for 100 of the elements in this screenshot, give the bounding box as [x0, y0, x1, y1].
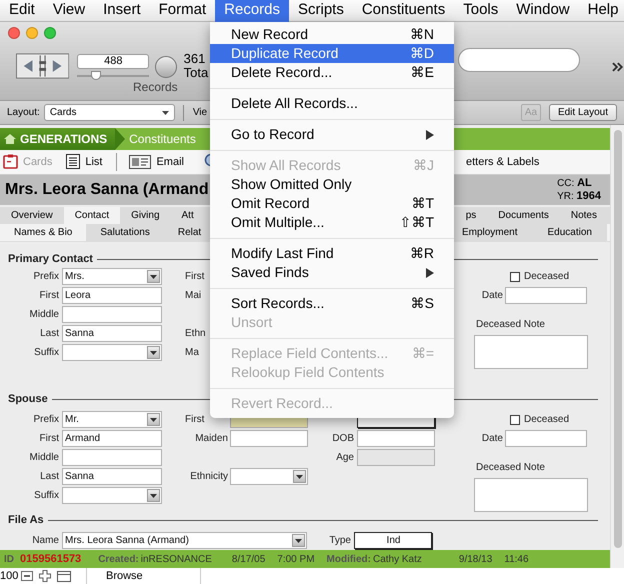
slider-thumb[interactable] [90, 71, 101, 80]
zoom-out-icon[interactable] [21, 571, 33, 581]
deceased-checkbox[interactable] [510, 414, 520, 425]
input-field[interactable]: Sanna [62, 468, 162, 486]
edit-layout-button[interactable]: Edit Layout [548, 104, 617, 121]
dropdown-field[interactable] [230, 468, 308, 486]
dropdown-button[interactable] [293, 470, 306, 484]
nav-button[interactable]: Email [129, 154, 184, 170]
record-slider[interactable] [77, 71, 150, 81]
menu-item[interactable]: Sort Records... ⌘S [210, 294, 454, 313]
input-field[interactable] [230, 430, 308, 448]
dropdown-button[interactable] [147, 413, 160, 426]
menu-item[interactable]: Delete All Records... [210, 94, 454, 113]
dropdown-button[interactable] [147, 489, 160, 502]
tab[interactable]: Documents [487, 206, 560, 224]
window-control-icon[interactable] [44, 27, 56, 39]
input-field[interactable]: Ind [354, 532, 432, 550]
tab[interactable]: Att [170, 206, 205, 224]
field-label: Prefix [33, 270, 59, 284]
sub-tab[interactable]: Education [532, 224, 607, 242]
input-field[interactable] [357, 430, 435, 448]
shortcut: ⌘N [410, 25, 434, 44]
menu-bar-item[interactable]: Tools [454, 0, 508, 22]
menu-item[interactable]: Show Omitted Only [210, 175, 454, 194]
field-label: First [184, 413, 204, 428]
dropdown-button[interactable] [147, 346, 160, 360]
letters-labels-link[interactable]: etters & Labels [466, 154, 540, 170]
zoom-level[interactable]: 100 [0, 568, 21, 584]
input-field[interactable]: Leora [62, 287, 162, 304]
section-title: File As [8, 512, 44, 528]
dropdown-field[interactable]: Mrs. [62, 268, 162, 286]
window-control-icon[interactable] [8, 27, 20, 39]
scrollbar[interactable] [610, 125, 624, 568]
toggle-toolbar-icon[interactable] [57, 570, 71, 582]
layout-dropdown[interactable]: Cards [44, 104, 175, 121]
menu-bar-item[interactable]: Constituents [352, 0, 454, 22]
created-label: Created: [98, 552, 139, 567]
book-navigation-icon[interactable] [16, 53, 70, 79]
menu-item[interactable]: Saved Finds [210, 263, 454, 282]
input-field[interactable] [62, 449, 162, 466]
sub-tab[interactable]: Salutations [86, 224, 164, 242]
section-title: Primary Contact [8, 252, 93, 267]
input-field[interactable] [62, 306, 162, 324]
menu-item[interactable]: New Record ⌘N [210, 25, 454, 44]
input-field[interactable]: Armand [62, 430, 162, 448]
shortcut: ⌘D [410, 44, 434, 63]
menu-bar-item[interactable]: Records [215, 0, 289, 22]
caret-icon [162, 110, 169, 114]
field-label: Deceased [524, 270, 570, 284]
menu-bar-item[interactable]: View [44, 0, 94, 22]
menu-bar-item[interactable]: Help [578, 0, 624, 22]
field-label: Ma [184, 346, 199, 360]
menu-bar-item[interactable]: Window [507, 0, 579, 22]
input-field[interactable] [357, 449, 435, 466]
tab[interactable]: ps [454, 206, 488, 224]
deceased-checkbox[interactable] [510, 272, 520, 282]
tab[interactable]: Giving [120, 206, 171, 224]
dropdown-field[interactable] [62, 344, 162, 362]
input-field[interactable] [505, 287, 587, 304]
list-icon [66, 154, 80, 170]
menu-item[interactable]: Duplicate Record ⌘D [210, 44, 454, 63]
record-number-field[interactable]: 488 [77, 54, 150, 69]
menu-item[interactable]: Omit Record ⌘T [210, 194, 454, 213]
tab[interactable]: Notes [560, 206, 608, 224]
field-label: First [40, 289, 59, 304]
record-id: 0159561573 [20, 552, 82, 567]
section-title: Spouse [8, 392, 48, 407]
dropdown-field[interactable] [62, 487, 162, 504]
field-label: Deceased [524, 413, 570, 428]
menu-bar-item[interactable]: Format [150, 0, 216, 22]
field-label: Deceased Note [476, 319, 545, 330]
nav-button[interactable]: List [66, 154, 102, 170]
class-code: CC: AL [557, 176, 593, 190]
menu-item[interactable]: Go to Record [210, 125, 454, 144]
chevrons-icon[interactable] [612, 62, 624, 72]
menu-bar-item[interactable]: Scripts [289, 0, 353, 22]
note-field[interactable] [474, 478, 588, 512]
menu-bar-item[interactable]: Insert [94, 0, 150, 22]
window-control-icon[interactable] [26, 27, 38, 39]
field-label: Ethnicity [190, 470, 228, 484]
menu-bar-item[interactable]: Edit [0, 0, 44, 22]
note-field[interactable] [474, 335, 588, 370]
dropdown-button[interactable] [147, 270, 160, 284]
input-field[interactable] [505, 430, 587, 448]
search-field[interactable] [458, 48, 580, 72]
field-label: Suffix [34, 346, 59, 360]
dropdown-field[interactable]: Mrs. Leora Sanna (Armand) [62, 532, 307, 550]
caret-icon [295, 538, 302, 543]
input-field[interactable]: Sanna [62, 325, 162, 342]
menu-item[interactable]: Delete Record... ⌘E [210, 63, 454, 82]
modified-time: 11:46 [504, 552, 529, 567]
dropdown-button[interactable] [292, 534, 305, 548]
scroll-thumb[interactable] [614, 130, 622, 548]
records-button-icon[interactable] [155, 56, 177, 78]
tab[interactable]: Contact [64, 206, 120, 224]
zoom-in-icon[interactable] [39, 570, 51, 582]
menu-item[interactable]: Modify Last Find ⌘R [210, 244, 454, 263]
field-label: Date [482, 289, 503, 304]
dropdown-field[interactable]: Mr. [62, 411, 162, 428]
tab[interactable]: Overview [0, 206, 64, 224]
